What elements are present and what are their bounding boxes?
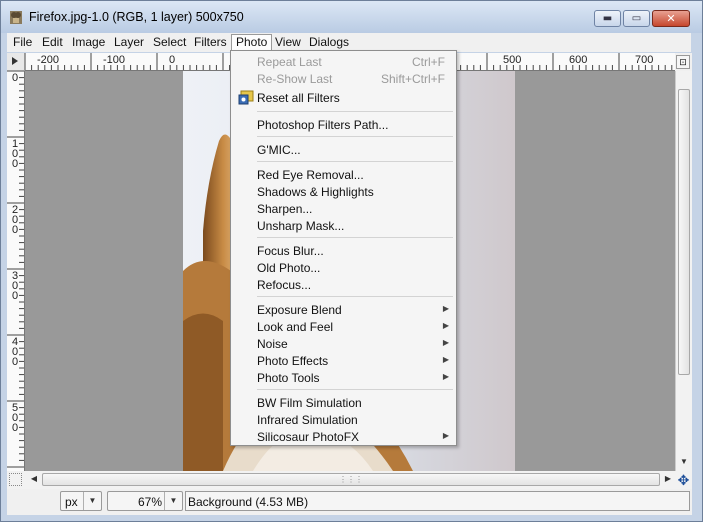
menu-separator [257, 161, 453, 162]
menu-file[interactable]: File [9, 35, 36, 50]
window-title: Firefox.jpg-1.0 (RGB, 1 layer) 500x750 [29, 10, 244, 24]
menu-item-reshow-last[interactable]: Re-Show Last Shift+Ctrl+F [232, 70, 455, 87]
menu-item-look-and-feel[interactable]: Look and Feel ▶ [232, 318, 455, 335]
menu-item-photoshop-filters-path[interactable]: Photoshop Filters Path... [232, 116, 455, 133]
ruler-label: 0 [169, 54, 176, 66]
close-icon: ✕ [666, 12, 676, 25]
grip-icon: ⋮⋮⋮ [339, 475, 363, 484]
minimize-icon: ▬ [602, 13, 613, 24]
ruler-label: 4 0 0 [11, 336, 19, 368]
layer-status: Background (4.53 MB) [185, 491, 690, 511]
chevron-down-icon: ▼ [83, 492, 101, 510]
menu-item-gmic[interactable]: G'MIC... [232, 141, 455, 158]
submenu-arrow-icon: ▶ [442, 338, 449, 347]
quick-mask-corner[interactable] [7, 53, 25, 71]
menu-arrow-icon [12, 57, 18, 65]
vertical-scrollbar[interactable]: ▼ [675, 71, 692, 471]
menu-item-silicosaur-photofx[interactable]: Silicosaur PhotoFX ▶ [232, 428, 455, 445]
menu-item-unsharp-mask[interactable]: Unsharp Mask... [232, 217, 455, 234]
ruler-label: 0 [11, 72, 19, 84]
ruler-label: 1 0 0 [11, 138, 19, 170]
scroll-down-icon[interactable]: ▼ [677, 455, 691, 469]
menu-item-noise[interactable]: Noise ▶ [232, 335, 455, 352]
reset-filters-icon [238, 90, 254, 105]
menu-item-focus-blur[interactable]: Focus Blur... [232, 242, 455, 259]
horizontal-scroll-row: ◀ ⋮⋮⋮ ▶ ✥ [7, 471, 692, 489]
unit-selector[interactable]: px ▼ [60, 491, 102, 511]
menu-item-photo-effects[interactable]: Photo Effects ▶ [232, 352, 455, 369]
menu-separator [257, 136, 453, 137]
menu-photo[interactable]: Photo [231, 34, 273, 50]
scroll-right-icon[interactable]: ▶ [661, 472, 675, 486]
maximize-button[interactable]: ▭ [623, 10, 650, 27]
status-bar: px ▼ 67% ▼ Background (4.53 MB) [7, 489, 692, 515]
menu-separator [257, 237, 453, 238]
menu-item-repeat-last[interactable]: Repeat Last Ctrl+F [232, 53, 455, 70]
submenu-arrow-icon: ▶ [442, 355, 449, 364]
zoom-icon: ⊡ [679, 57, 687, 67]
zoom-value: 67% [138, 495, 163, 509]
maximize-icon: ▭ [631, 13, 642, 24]
ruler-label: 2 0 0 [11, 204, 19, 236]
menu-image[interactable]: Image [68, 35, 109, 50]
menu-item-old-photo[interactable]: Old Photo... [232, 259, 455, 276]
photo-menu-dropdown: Repeat Last Ctrl+F Re-Show Last Shift+Ct… [230, 50, 457, 446]
menu-select[interactable]: Select [149, 35, 190, 50]
menu-view[interactable]: View [271, 35, 305, 50]
ruler-label: 500 [503, 54, 522, 66]
vertical-scroll-thumb[interactable] [678, 89, 690, 375]
submenu-arrow-icon: ▶ [442, 321, 449, 330]
menu-item-photo-tools[interactable]: Photo Tools ▶ [232, 369, 455, 386]
ruler-label: -200 [37, 54, 60, 66]
chevron-down-icon: ▼ [164, 492, 182, 510]
close-button[interactable]: ✕ [652, 10, 690, 27]
zoom-selector[interactable]: 67% ▼ [107, 491, 183, 511]
menu-item-sharpen[interactable]: Sharpen... [232, 200, 455, 217]
submenu-arrow-icon: ▶ [442, 431, 449, 440]
menu-layer[interactable]: Layer [110, 35, 148, 50]
menu-item-red-eye-removal[interactable]: Red Eye Removal... [232, 166, 455, 183]
menu-edit[interactable]: Edit [38, 35, 67, 50]
menu-item-refocus[interactable]: Refocus... [232, 276, 455, 293]
ruler-label: 600 [569, 54, 588, 66]
menu-item-exposure-blend[interactable]: Exposure Blend ▶ [232, 301, 455, 318]
quick-mask-icon[interactable] [9, 473, 22, 486]
menu-dialogs[interactable]: Dialogs [305, 35, 353, 50]
unit-value: px [65, 495, 78, 509]
gimp-app-icon [10, 11, 22, 24]
menu-item-bw-film-simulation[interactable]: BW Film Simulation [232, 394, 455, 411]
submenu-arrow-icon: ▶ [442, 304, 449, 313]
horizontal-scroll-thumb[interactable]: ⋮⋮⋮ [42, 473, 660, 486]
title-bar[interactable]: Firefox.jpg-1.0 (RGB, 1 layer) 500x750 ▬… [1, 1, 702, 33]
menu-filters[interactable]: Filters [190, 35, 231, 50]
zoom-toggle-button[interactable]: ⊡ [676, 55, 690, 69]
submenu-arrow-icon: ▶ [442, 372, 449, 381]
ruler-label: 700 [635, 54, 654, 66]
ruler-label: 3 0 0 [11, 270, 19, 302]
menu-item-infrared-simulation[interactable]: Infrared Simulation [232, 411, 455, 428]
scroll-left-icon[interactable]: ◀ [27, 472, 41, 486]
vertical-ruler[interactable]: 0 1 0 0 2 0 0 3 0 0 4 0 0 5 0 0 [7, 71, 25, 471]
menu-item-shadows-highlights[interactable]: Shadows & Highlights [232, 183, 455, 200]
menu-separator [257, 111, 453, 112]
ruler-label: -100 [103, 54, 126, 66]
navigate-icon[interactable]: ✥ [675, 471, 692, 489]
menu-item-reset-all-filters[interactable]: Reset all Filters [232, 89, 455, 106]
minimize-button[interactable]: ▬ [594, 10, 621, 27]
menu-separator [257, 296, 453, 297]
menu-separator [257, 389, 453, 390]
ruler-label: 5 0 0 [11, 402, 19, 434]
